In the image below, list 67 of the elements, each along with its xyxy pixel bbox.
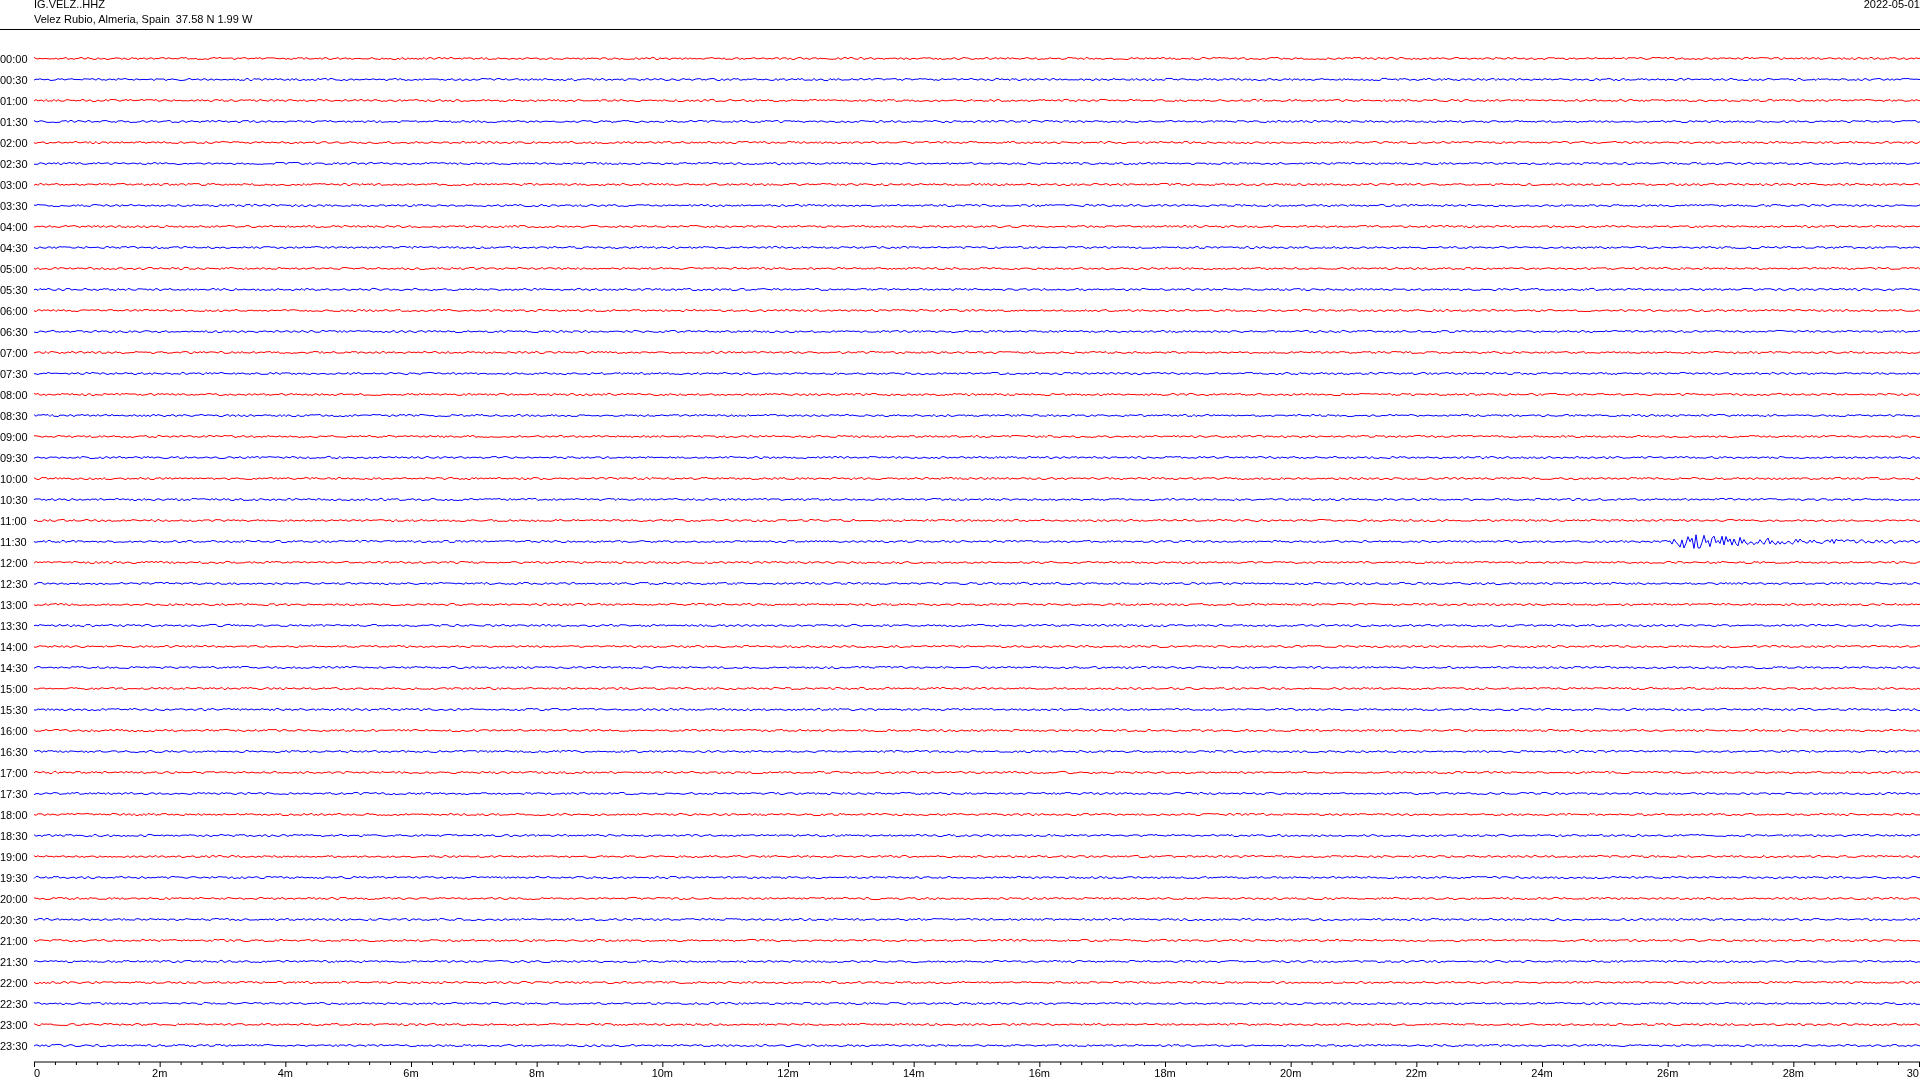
trace-time-label: 12:00 bbox=[0, 556, 29, 569]
trace-time-label: 14:30 bbox=[0, 661, 29, 674]
axis-tick-label: 0 bbox=[34, 1067, 41, 1079]
trace-time-label: 15:00 bbox=[0, 682, 29, 695]
trace-time-label: 08:00 bbox=[0, 388, 29, 401]
trace-time-label: 10:30 bbox=[0, 493, 29, 506]
trace-time-label: 04:30 bbox=[0, 241, 29, 254]
axis-tick-label: 12m bbox=[777, 1067, 799, 1079]
trace-time-label: 06:30 bbox=[0, 325, 29, 338]
trace-time-label: 04:00 bbox=[0, 220, 29, 233]
trace-time-label: 20:00 bbox=[0, 892, 29, 905]
trace-time-label: 19:30 bbox=[0, 871, 29, 884]
trace-time-label: 02:00 bbox=[0, 136, 29, 149]
trace-time-label: 20:30 bbox=[0, 913, 29, 926]
trace-time-label: 21:00 bbox=[0, 934, 29, 947]
trace-time-label: 05:30 bbox=[0, 283, 29, 296]
axis-tick-label: 30 bbox=[1906, 1067, 1919, 1079]
trace-time-label: 06:00 bbox=[0, 304, 29, 317]
trace-time-label: 22:00 bbox=[0, 976, 29, 989]
axis-tick-label: 22m bbox=[1405, 1067, 1428, 1079]
station-code: IG.VELZ..HHZ bbox=[34, 0, 106, 10]
trace-time-label: 12:30 bbox=[0, 577, 29, 590]
axis-tick-label: 14m bbox=[902, 1067, 925, 1079]
trace-time-label: 15:30 bbox=[0, 703, 29, 716]
axis-tick-label: 18m bbox=[1154, 1067, 1176, 1079]
axis-tick-label: 28m bbox=[1782, 1067, 1805, 1079]
trace-time-label: 09:30 bbox=[0, 451, 29, 464]
trace-time-label: 23:30 bbox=[0, 1039, 29, 1052]
axis-tick-label: 24m bbox=[1531, 1067, 1553, 1079]
trace-time-label: 14:00 bbox=[0, 640, 29, 653]
trace-time-label: 02:30 bbox=[0, 157, 29, 170]
trace-time-label: 10:00 bbox=[0, 472, 29, 485]
trace-time-label: 00:00 bbox=[0, 52, 29, 65]
axis-tick-label: 16m bbox=[1028, 1067, 1051, 1079]
trace-time-label: 23:00 bbox=[0, 1018, 29, 1031]
axis-tick-label: 10m bbox=[651, 1067, 674, 1079]
trace-time-label: 16:30 bbox=[0, 745, 29, 758]
axis-tick-label: 4m bbox=[277, 1067, 293, 1079]
axis-tick-label: 20m bbox=[1279, 1067, 1302, 1079]
trace-time-label: 16:00 bbox=[0, 724, 29, 737]
axis-tick-label: 2m bbox=[152, 1067, 168, 1079]
trace-time-label: 01:30 bbox=[0, 115, 29, 128]
trace-time-label: 17:00 bbox=[0, 766, 29, 779]
trace-time-label: 11:30 bbox=[0, 535, 28, 548]
trace-time-label: 07:30 bbox=[0, 367, 29, 380]
trace-time-label: 22:30 bbox=[0, 997, 29, 1010]
trace-time-label: 18:30 bbox=[0, 829, 29, 842]
station-location: Velez Rubio, Almeria, Spain 37.58 N 1.99 W bbox=[34, 13, 253, 25]
trace-time-label: 01:00 bbox=[0, 94, 29, 107]
trace-time-label: 07:00 bbox=[0, 346, 29, 359]
trace-time-label: 03:30 bbox=[0, 199, 29, 212]
trace-time-label: 00:30 bbox=[0, 73, 29, 86]
trace-time-label: 09:00 bbox=[0, 430, 29, 443]
axis-tick-label: 8m bbox=[529, 1067, 545, 1079]
trace-time-label: 17:30 bbox=[0, 787, 29, 800]
plot-date: 2022-05-01 bbox=[1863, 0, 1920, 12]
trace-time-label: 13:30 bbox=[0, 619, 29, 632]
axis-tick-label: 6m bbox=[403, 1067, 419, 1079]
trace-time-label: 03:00 bbox=[0, 178, 29, 191]
trace-time-label: 08:30 bbox=[0, 409, 29, 422]
axis-tick-label: 26m bbox=[1656, 1067, 1679, 1079]
trace-time-label: 19:00 bbox=[0, 850, 29, 863]
trace-time-label: 11:00 bbox=[0, 514, 28, 527]
trace-time-label: 21:30 bbox=[0, 955, 29, 968]
trace-time-label: 18:00 bbox=[0, 808, 29, 821]
trace-time-label: 05:00 bbox=[0, 262, 29, 275]
trace-time-label: 13:00 bbox=[0, 598, 29, 611]
